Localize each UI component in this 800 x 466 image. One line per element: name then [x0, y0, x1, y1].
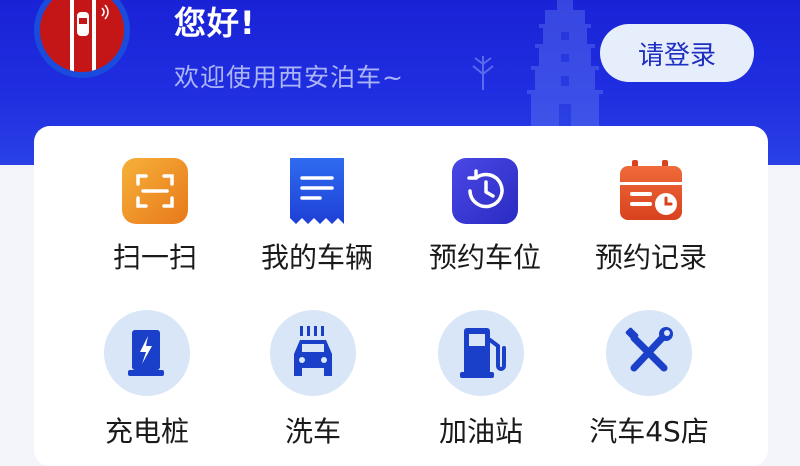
- service-reserve-spot[interactable]: 预约车位: [400, 156, 570, 296]
- parking-car-logo-icon: [40, 0, 124, 72]
- service-charging-pile-label: 充电桩: [104, 415, 189, 448]
- calendar-clock-icon: [616, 156, 686, 226]
- tools-icon: [606, 310, 692, 396]
- service-reserve-spot-label: 预约车位: [428, 241, 541, 274]
- service-charging-pile[interactable]: 充电桩: [62, 310, 232, 450]
- service-4s-shop-label: 汽车4S店: [589, 415, 709, 448]
- login-button[interactable]: 请登录: [600, 24, 754, 82]
- service-my-vehicles[interactable]: 我的车辆: [232, 156, 402, 296]
- service-reservation-records-label: 预约记录: [594, 241, 707, 274]
- service-reservation-records[interactable]: 预约记录: [566, 156, 736, 296]
- service-my-vehicles-label: 我的车辆: [260, 241, 373, 274]
- service-car-wash-label: 洗车: [284, 415, 341, 448]
- greeting-title: 您好!: [174, 4, 256, 42]
- welcome-text: 欢迎使用西安泊车~: [174, 63, 404, 92]
- service-scan-label: 扫一扫: [112, 241, 197, 274]
- gas-station-icon: [438, 310, 524, 396]
- service-gas-station-label: 加油站: [438, 415, 523, 448]
- charging-pile-icon: [104, 310, 190, 396]
- service-scan[interactable]: 扫一扫: [70, 156, 240, 296]
- service-gas-station[interactable]: 加油站: [396, 310, 566, 450]
- scan-icon: [120, 156, 190, 226]
- plant-decoration: [472, 56, 494, 90]
- services-card: 扫一扫 我的车辆 预约车位 预约记录 充电桩 洗车 加油站 汽车4S店: [34, 126, 768, 466]
- vehicle-doc-icon: [282, 156, 352, 226]
- history-clock-icon: [450, 156, 520, 226]
- avatar[interactable]: [34, 0, 130, 78]
- service-car-wash[interactable]: 洗车: [228, 310, 398, 450]
- service-4s-shop[interactable]: 汽车4S店: [564, 310, 734, 450]
- car-wash-icon: [270, 310, 356, 396]
